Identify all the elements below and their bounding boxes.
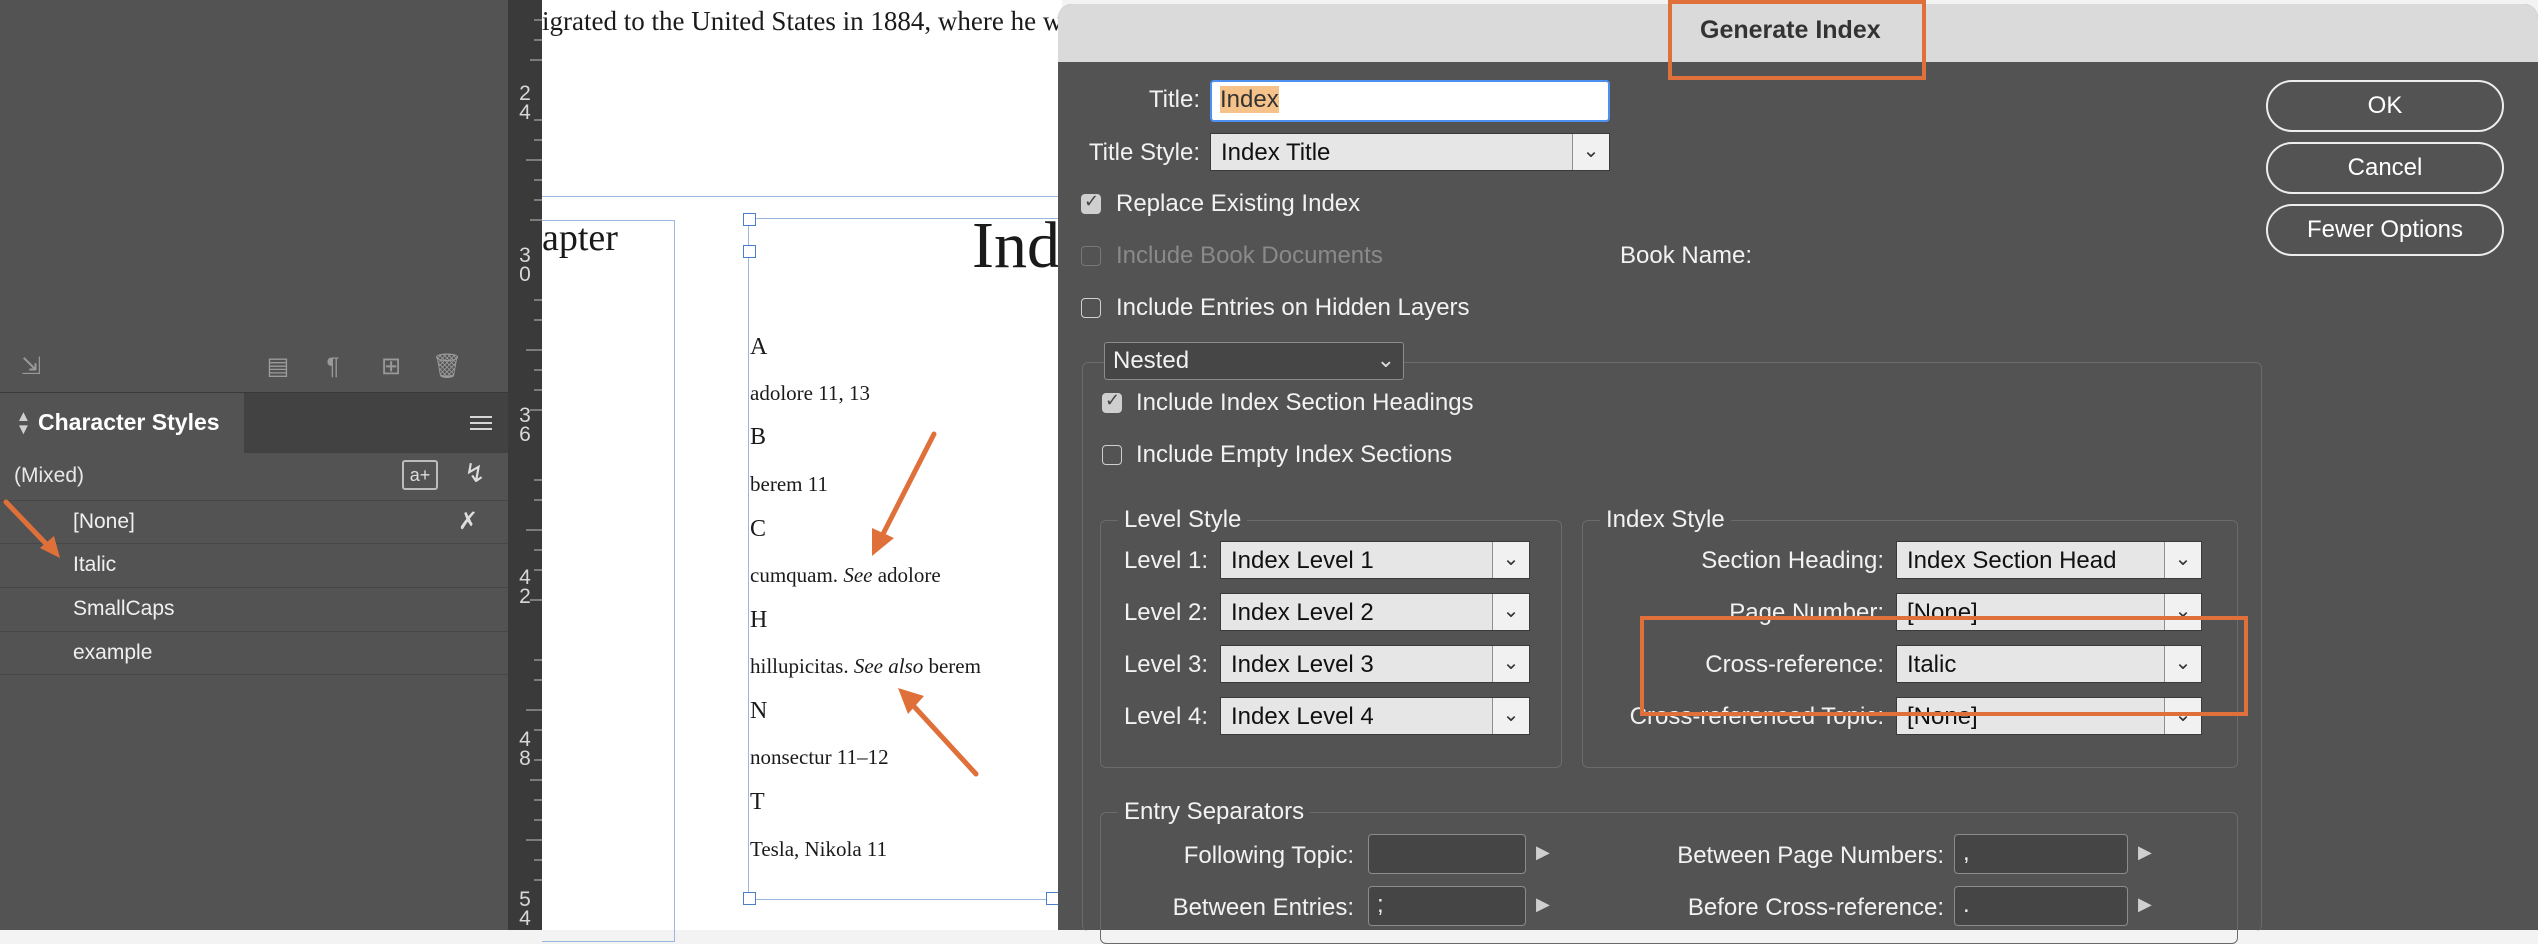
entry-separators-title: Entry Separators: [1118, 798, 1311, 826]
level-4-dropdown[interactable]: Index Level 4 ⌄: [1220, 697, 1530, 735]
clear-overrides-icon[interactable]: ¶: [318, 352, 348, 382]
index-section-heading: B: [750, 424, 767, 450]
replace-existing-label: Replace Existing Index: [1116, 190, 1361, 217]
include-hidden-layers-label: Include Entries on Hidden Layers: [1116, 294, 1470, 321]
cancel-button[interactable]: Cancel: [2266, 142, 2504, 194]
title-input[interactable]: Index: [1210, 80, 1610, 122]
level-2-label: Level 2:: [1123, 599, 1208, 626]
no-break-icon[interactable]: ✗: [458, 507, 478, 536]
margin-guide: [542, 196, 1062, 197]
style-item-label: example: [73, 641, 153, 664]
separator-menu-icon[interactable]: ▶: [1536, 842, 1550, 863]
panel-tab-label: Character Styles: [38, 409, 220, 435]
annotation-arrow: [3, 499, 60, 558]
fewer-options-button[interactable]: Fewer Options: [2266, 204, 2504, 256]
style-item-label: SmallCaps: [73, 597, 175, 620]
load-styles-icon[interactable]: ⇲: [16, 352, 46, 382]
include-book-docs-label: Include Book Documents: [1116, 242, 1383, 269]
replace-existing-checkbox[interactable]: [1081, 191, 1101, 214]
collapse-panel-icon[interactable]: ▲ ▼: [16, 409, 31, 437]
ruler-label: 54: [519, 888, 531, 930]
frame-handle[interactable]: [743, 892, 756, 905]
frame-handle[interactable]: [743, 213, 756, 226]
level-3-dropdown[interactable]: Index Level 3 ⌄: [1220, 645, 1530, 683]
annotation-highlight: [1640, 616, 2248, 716]
level-2-dropdown[interactable]: Index Level 2 ⌄: [1220, 593, 1530, 631]
separator-menu-icon[interactable]: ▶: [1536, 894, 1550, 915]
title-label: Title:: [1148, 86, 1200, 113]
quick-apply-icon[interactable]: ↯: [464, 458, 486, 489]
index-section-heading: N: [750, 698, 768, 724]
include-hidden-layers-checkbox[interactable]: [1081, 298, 1101, 318]
folder-icon[interactable]: ▤: [263, 352, 293, 382]
index-section-heading: H: [750, 607, 768, 633]
chevron-down-icon: ⌄: [1492, 542, 1529, 578]
style-item-example[interactable]: example: [0, 631, 508, 675]
section-heading-label: Section Heading:: [1701, 547, 1884, 574]
level-3-label: Level 3:: [1123, 651, 1208, 678]
frame-handle[interactable]: [743, 245, 756, 258]
ruler-label: 36: [519, 404, 531, 446]
before-cross-reference-label: Before Cross-reference:: [1687, 894, 1944, 921]
chevron-down-icon: ⌄: [1492, 594, 1529, 630]
chevron-down-icon: ⌄: [1572, 134, 1609, 170]
style-item-label: [None]: [73, 510, 135, 533]
index-heading: Ind: [972, 209, 1060, 282]
ok-button[interactable]: OK: [2266, 80, 2504, 132]
annotation-highlight: [1668, 0, 1926, 80]
include-empty-sections-label: Include Empty Index Sections: [1136, 441, 1453, 468]
chevron-down-icon: ⌄: [2164, 542, 2201, 578]
include-empty-sections-checkbox[interactable]: [1102, 445, 1122, 465]
level-4-label: Level 4:: [1123, 703, 1208, 730]
body-text-line: igrated to the United States in 1884, wh…: [542, 6, 1076, 36]
level-1-dropdown[interactable]: Index Level 1 ⌄: [1220, 541, 1530, 579]
index-section-heading: A: [750, 334, 768, 360]
new-style-icon[interactable]: ⊞: [376, 352, 406, 382]
separator-menu-icon[interactable]: ▶: [2138, 894, 2152, 915]
delete-icon[interactable]: 🗑: [432, 352, 462, 382]
vertical-ruler: 24 30 36 42 48 54: [508, 0, 542, 930]
between-page-numbers-label: Between Page Numbers:: [1677, 842, 1944, 869]
before-cross-reference-input[interactable]: .: [1954, 886, 2128, 926]
following-topic-label: Following Topic:: [1183, 842, 1354, 869]
ruler-label: 48: [519, 728, 531, 770]
title-style-dropdown[interactable]: Index Title ⌄: [1210, 133, 1610, 171]
index-entry: berem 11: [750, 472, 828, 496]
include-section-headings-checkbox[interactable]: [1102, 390, 1122, 413]
style-item-smallcaps[interactable]: SmallCaps: [0, 587, 508, 630]
between-entries-label: Between Entries:: [1172, 894, 1354, 921]
include-book-docs-checkbox[interactable]: [1081, 246, 1101, 266]
chevron-down-icon: ⌄: [1492, 646, 1529, 682]
separator-menu-icon[interactable]: ▶: [2138, 842, 2152, 863]
ruler-label: 24: [519, 82, 531, 124]
new-style-from-selection-icon[interactable]: a+: [402, 460, 438, 490]
include-section-headings-label: Include Index Section Headings: [1136, 389, 1474, 416]
index-entry: adolore 11, 13: [750, 381, 870, 405]
ruler-label: 30: [519, 244, 531, 286]
ruler-label: 42: [519, 566, 531, 608]
annotation-arrows: [872, 431, 979, 777]
title-style-label: Title Style:: [1088, 139, 1200, 166]
book-name-label: Book Name:: [1620, 242, 1753, 269]
chevron-down-icon: ⌄: [1492, 698, 1529, 734]
current-style-label: (Mixed): [14, 464, 85, 487]
chapter-heading: apter: [542, 217, 618, 259]
chapter-text-frame[interactable]: [542, 220, 675, 942]
level-1-label: Level 1:: [1123, 547, 1208, 574]
level-style-title: Level Style: [1118, 506, 1248, 534]
following-topic-input[interactable]: [1368, 834, 1526, 874]
chevron-down-icon: ⌄: [1376, 347, 1395, 372]
panel-bottom-toolbar: ⇲ ▤ ¶ ⊞ 🗑: [0, 342, 508, 393]
section-heading-dropdown[interactable]: Index Section Head ⌄: [1896, 541, 2202, 579]
panel-menu-icon[interactable]: [470, 412, 492, 434]
index-section-heading: C: [750, 516, 767, 542]
between-page-numbers-input[interactable]: ,: [1954, 834, 2128, 874]
index-style-title: Index Style: [1600, 506, 1731, 534]
index-section-heading: T: [750, 789, 765, 815]
between-entries-input[interactable]: ;: [1368, 886, 1526, 926]
format-dropdown[interactable]: Nested ⌄: [1104, 342, 1404, 380]
index-entry: Tesla, Nikola 11: [750, 837, 888, 861]
